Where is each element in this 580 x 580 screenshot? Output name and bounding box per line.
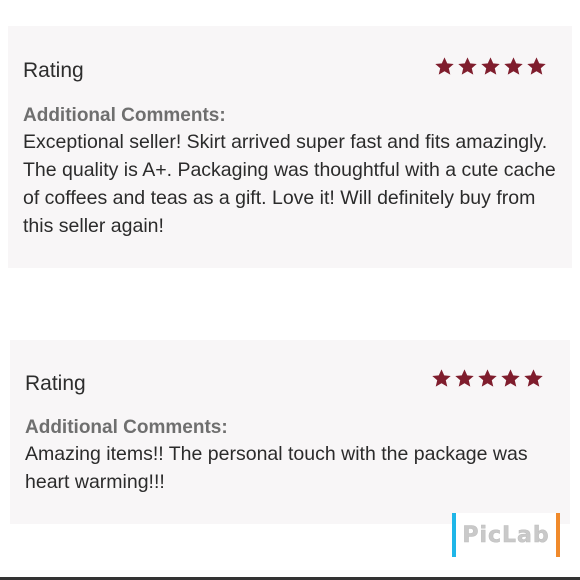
rating-label: Rating xyxy=(23,59,84,82)
star-icon xyxy=(500,368,521,389)
comments-heading: Additional Comments: xyxy=(25,417,228,438)
star-icon xyxy=(434,56,455,77)
star-icon xyxy=(503,56,524,77)
star-icon xyxy=(431,368,452,389)
star-icon xyxy=(454,368,475,389)
star-icon xyxy=(523,368,544,389)
piclab-watermark: PicLab xyxy=(452,513,560,557)
star-rating xyxy=(431,368,544,389)
review-card-2: Rating Additional Comments: Amazing item… xyxy=(10,340,570,524)
review-card-1: Rating Additional Comments: Exceptional … xyxy=(8,26,572,268)
star-icon xyxy=(526,56,547,77)
star-icon xyxy=(457,56,478,77)
watermark-text: PicLab xyxy=(462,522,550,548)
comment-text: Amazing items!! The personal touch with … xyxy=(25,443,528,493)
rating-label: Rating xyxy=(25,372,86,395)
comment-text: Exceptional seller! Skirt arrived super … xyxy=(23,131,556,237)
comments-heading: Additional Comments: xyxy=(23,105,226,126)
star-icon xyxy=(480,56,501,77)
star-rating xyxy=(434,56,547,77)
star-icon xyxy=(477,368,498,389)
